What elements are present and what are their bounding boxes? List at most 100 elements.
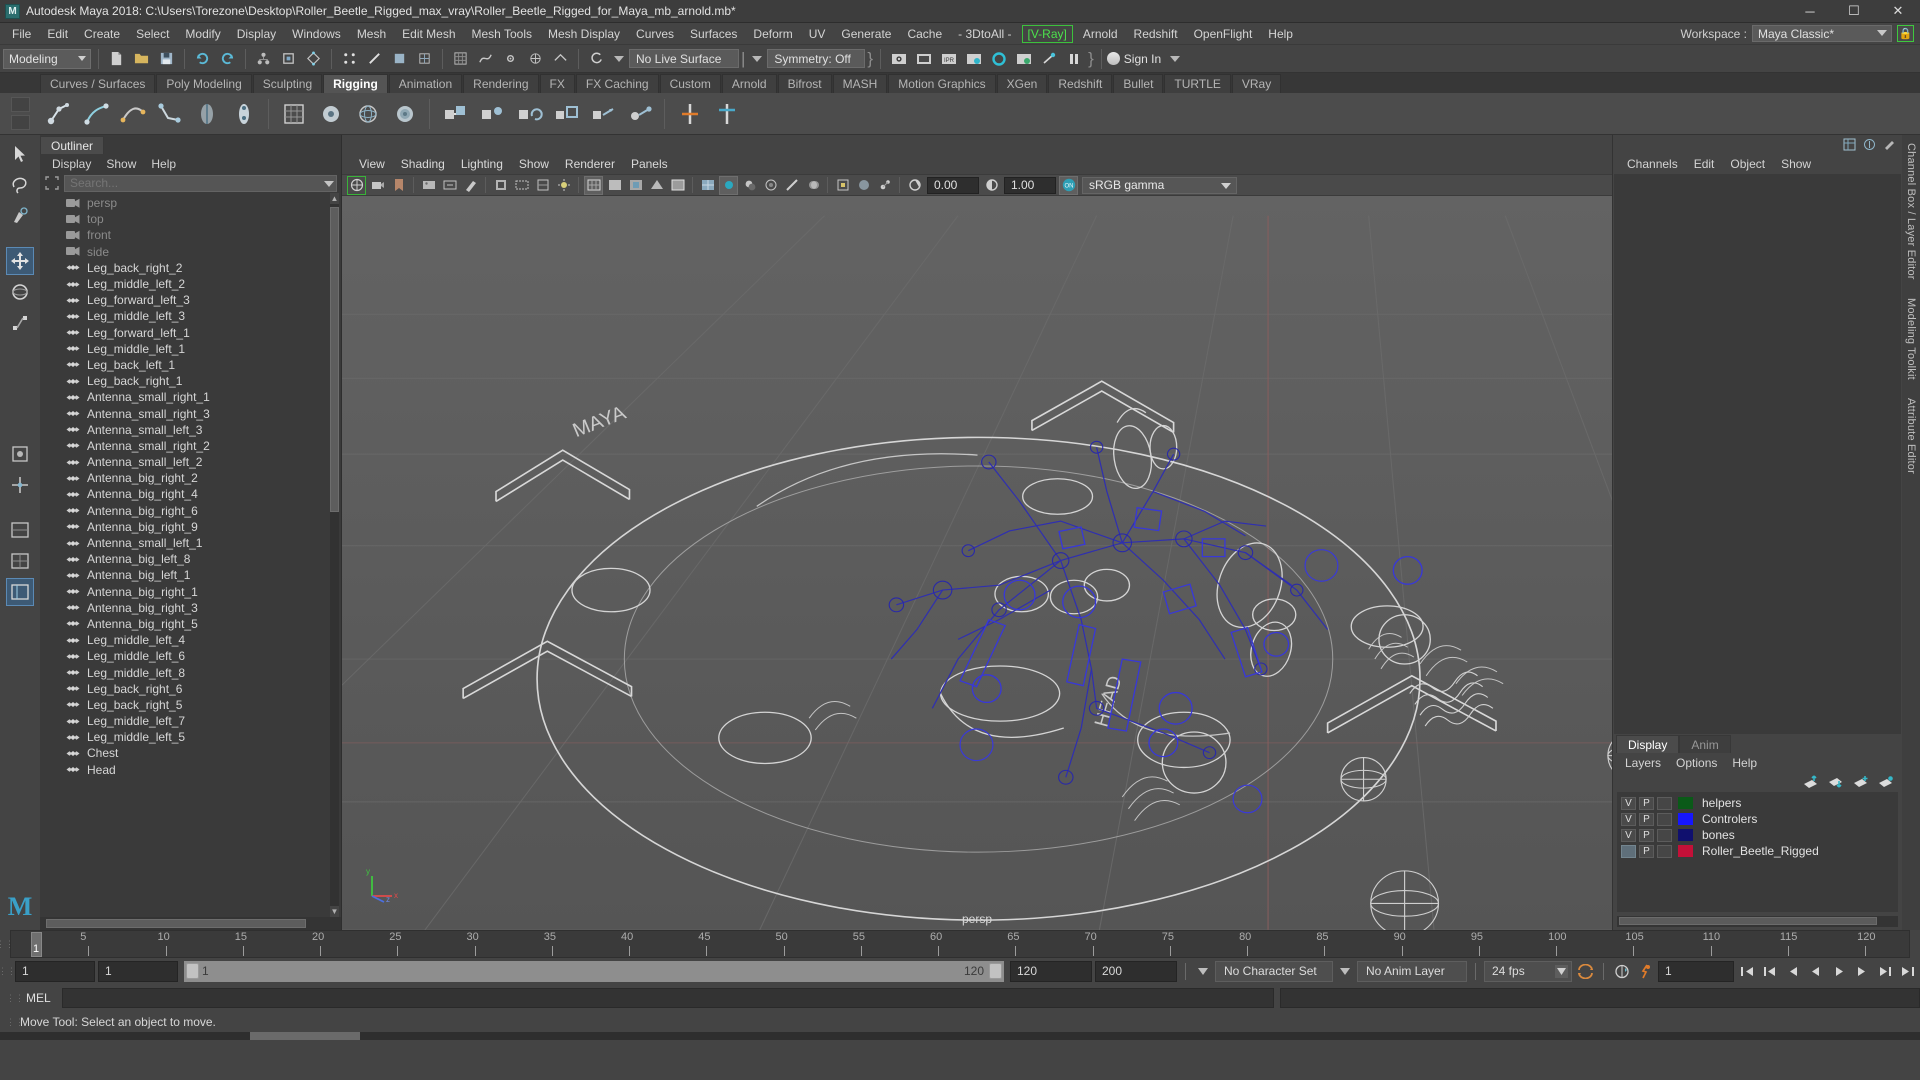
viewport-menu-view[interactable]: View — [352, 156, 392, 172]
layer-editor-menu-help[interactable]: Help — [1726, 755, 1763, 771]
attribute-editor-icon[interactable] — [1862, 138, 1876, 152]
rotate-tool-icon[interactable] — [6, 278, 34, 306]
smooth-shade-selected-icon[interactable] — [626, 176, 645, 195]
layer-visibility-toggle[interactable]: V — [1621, 812, 1636, 826]
wireframe-shading-icon[interactable] — [584, 175, 603, 195]
lattice-deformer-icon[interactable] — [277, 97, 310, 130]
move-layer-down-icon[interactable] — [1828, 775, 1844, 789]
layer-template-toggle[interactable] — [1657, 796, 1672, 810]
texture-display-icon[interactable] — [698, 176, 717, 195]
channel-box-icon[interactable] — [1842, 138, 1856, 152]
create-spline-ik-icon[interactable] — [153, 97, 186, 130]
character-set-field[interactable]: No Character Set — [1215, 960, 1333, 982]
hypershade-button[interactable] — [987, 47, 1010, 70]
range-right-handle[interactable] — [989, 962, 1002, 979]
shelf-tab-motion-graphics[interactable]: Motion Graphics — [888, 74, 996, 93]
display-layer-list[interactable]: V Phelpers V P Controlers V Pbones P Roller_Beet… — [1617, 792, 1898, 912]
wrap-deformer-icon[interactable] — [351, 97, 384, 130]
animation-preferences-icon[interactable] — [1635, 961, 1655, 982]
shelf-tab-fx-caching[interactable]: FX Caching — [575, 74, 659, 93]
side-tab-attribute-editor[interactable]: Attribute Editor — [1905, 398, 1917, 474]
pole-vector-constraint-icon[interactable] — [623, 97, 656, 130]
menu-cache[interactable]: Cache — [899, 25, 950, 43]
component-uv-button[interactable] — [413, 47, 436, 70]
auto-keyframe-toggle-icon[interactable] — [1612, 961, 1632, 982]
outliner-item[interactable]: Antenna_big_right_5 — [40, 616, 341, 632]
outliner-item[interactable]: Antenna_big_right_2 — [40, 470, 341, 486]
shelf-options-button[interactable] — [10, 97, 30, 113]
layer-editor-tab-anim[interactable]: Anim — [1679, 735, 1731, 753]
component-face-button[interactable] — [388, 47, 411, 70]
shelf-tab-bifrost[interactable]: Bifrost — [777, 74, 832, 93]
scale-constraint-icon[interactable] — [549, 97, 582, 130]
component-edge-button[interactable] — [363, 47, 386, 70]
paint-select-tool-icon[interactable] — [6, 202, 34, 230]
side-tab-modeling-toolkit[interactable]: Modeling Toolkit — [1905, 298, 1917, 380]
ik-spline-handle-icon[interactable] — [116, 97, 149, 130]
menu-surfaces[interactable]: Surfaces — [682, 25, 745, 43]
viewport-menu-show[interactable]: Show — [512, 156, 556, 172]
ik-handle-tool-icon[interactable] — [79, 97, 112, 130]
live-surface-field[interactable]: No Live Surface — [629, 49, 739, 68]
scrollbar-thumb[interactable] — [1619, 917, 1877, 925]
component-vertex-button[interactable] — [338, 47, 361, 70]
layer-editor-menu-layers[interactable]: Layers — [1619, 755, 1667, 771]
save-scene-button[interactable] — [155, 47, 178, 70]
gamma-value[interactable]: 1.00 — [1004, 176, 1056, 194]
orient-constraint-icon[interactable] — [512, 97, 545, 130]
symmetry-field[interactable]: Symmetry: Off — [767, 49, 866, 68]
create-joint-tool-icon[interactable] — [42, 97, 75, 130]
menu-select[interactable]: Select — [128, 25, 177, 43]
outliner-item[interactable]: Antenna_big_right_6 — [40, 503, 341, 519]
range-slider[interactable]: 1 120 — [184, 960, 1004, 982]
shelf-tab-rendering[interactable]: Rendering — [463, 74, 539, 93]
menu-deform[interactable]: Deform — [745, 25, 800, 43]
layer-color-swatch[interactable] — [1678, 829, 1693, 841]
tab-outliner[interactable]: Outliner — [40, 136, 105, 154]
outliner-item[interactable]: Antenna_small_right_1 — [40, 389, 341, 405]
shelf-tab-mash[interactable]: MASH — [832, 74, 888, 93]
snap-to-projected-center-button[interactable] — [524, 47, 547, 70]
render-current-frame-button[interactable] — [887, 47, 910, 70]
undo-button[interactable] — [191, 47, 214, 70]
render-settings-button[interactable] — [962, 47, 985, 70]
layer-color-swatch[interactable] — [1678, 797, 1693, 809]
shelf-tab-rigging[interactable]: Rigging — [323, 74, 388, 93]
outliner-item[interactable]: Leg_middle_left_3 — [40, 308, 341, 324]
colorspace-dropdown[interactable]: sRGB gamma — [1082, 176, 1237, 194]
bookmarks-icon[interactable] — [389, 176, 408, 195]
shelf-tab-vray[interactable]: VRay — [1231, 74, 1282, 93]
aim-constraint-icon[interactable] — [586, 97, 619, 130]
select-by-hierarchy-button[interactable] — [252, 47, 275, 70]
panel-drag-handle[interactable]: ⋮⋮ — [6, 994, 24, 1003]
scroll-down-arrow-icon[interactable]: ▼ — [330, 906, 339, 917]
scrollbar-thumb[interactable] — [250, 1032, 360, 1040]
step-forward-frame-icon[interactable] — [1852, 961, 1872, 982]
gate-mask-icon[interactable] — [491, 176, 510, 195]
command-output-field[interactable] — [1280, 988, 1920, 1008]
outliner-item[interactable]: Antenna_small_left_1 — [40, 535, 341, 551]
shelf-tab-custom[interactable]: Custom — [659, 74, 721, 93]
outliner-item[interactable]: Chest — [40, 745, 341, 761]
layer-playback-toggle[interactable]: P — [1639, 812, 1654, 826]
play-forwards-icon[interactable] — [1829, 961, 1849, 982]
shelf-tab-redshift[interactable]: Redshift — [1048, 74, 1113, 93]
scrollbar-thumb[interactable] — [330, 207, 339, 512]
soft-modification-icon[interactable] — [388, 97, 421, 130]
menu-arnold[interactable]: Arnold — [1075, 25, 1126, 43]
snap-to-point-button[interactable] — [499, 47, 522, 70]
menu-create[interactable]: Create — [76, 25, 128, 43]
playback-speed-dropdown[interactable]: 24 fps — [1484, 960, 1572, 982]
outliner-item[interactable]: Head — [40, 762, 341, 778]
smooth-shade-all-icon[interactable] — [605, 176, 624, 195]
menu-edit[interactable]: Edit — [39, 25, 76, 43]
film-gate-icon[interactable] — [533, 176, 552, 195]
outliner-item[interactable]: Antenna_small_left_3 — [40, 422, 341, 438]
layer-template-toggle[interactable] — [1657, 844, 1672, 858]
make-live-icon[interactable] — [585, 47, 608, 70]
scroll-up-arrow-icon[interactable]: ▲ — [330, 193, 339, 204]
menuset-dropdown[interactable]: Modeling — [3, 48, 91, 69]
shelf-tab-fx[interactable]: FX — [539, 74, 575, 93]
play-backwards-icon[interactable] — [1806, 961, 1826, 982]
outliner-item[interactable]: persp — [40, 195, 341, 211]
